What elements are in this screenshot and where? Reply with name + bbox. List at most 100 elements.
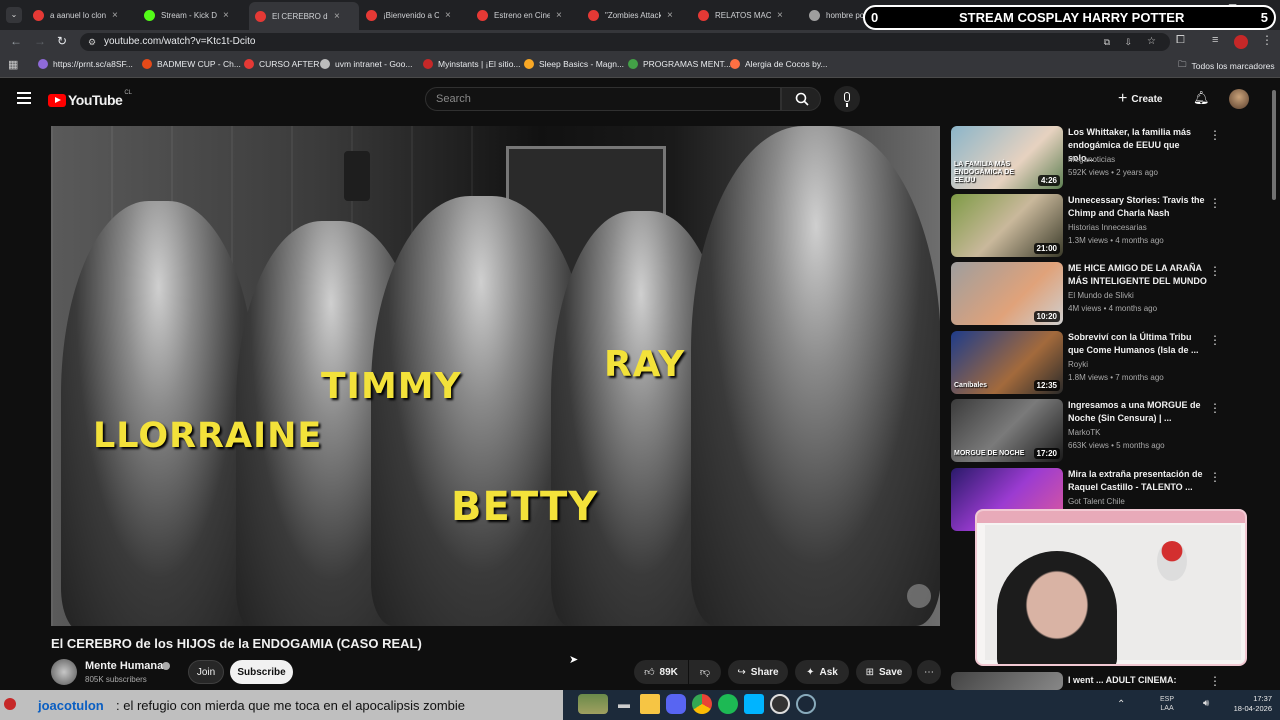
join-button[interactable]: Join bbox=[188, 660, 224, 684]
video-thumbnail[interactable]: 10:20 bbox=[951, 262, 1063, 325]
recommended-channel[interactable]: Historias Innecesarias bbox=[1068, 223, 1147, 232]
share-button[interactable]: ↪ Share bbox=[728, 660, 788, 684]
recommended-channel[interactable]: El Mundo de Slivki bbox=[1068, 291, 1134, 300]
ask-button[interactable]: ✦ Ask bbox=[795, 660, 849, 684]
dislike-button[interactable]: 👎︎ bbox=[689, 660, 721, 684]
recommended-video-title[interactable]: ME HICE AMIGO DE LA ARAÑA MÁS INTELIGENT… bbox=[1068, 262, 1208, 288]
video-thumbnail[interactable]: Caníbales 12:35 bbox=[951, 331, 1063, 394]
recommended-video-title[interactable]: Ingresamos a una MORGUE de Noche (Sin Ce… bbox=[1068, 399, 1208, 425]
more-options-icon[interactable]: ⋮ bbox=[1209, 470, 1221, 484]
more-options-icon[interactable]: ⋮ bbox=[1209, 128, 1221, 142]
reload-icon[interactable]: ↻ bbox=[57, 34, 67, 48]
channel-name[interactable]: Mente Humana bbox=[85, 660, 163, 672]
tab-close-icon[interactable]: × bbox=[667, 10, 673, 21]
forward-icon[interactable]: → bbox=[34, 34, 46, 48]
install-icon[interactable]: ⇩ bbox=[1124, 33, 1132, 51]
tab-close-icon[interactable]: × bbox=[334, 11, 340, 22]
bookmark-item[interactable]: https://prnt.sc/a8SF... bbox=[38, 59, 133, 69]
tab-close-icon[interactable]: × bbox=[112, 10, 118, 21]
bookmark-item[interactable]: BADMEW CUP - Ch... bbox=[142, 59, 241, 69]
bookmark-item[interactable]: uvm intranet - Goo... bbox=[320, 59, 412, 69]
recommended-channel[interactable]: Got Talent Chile bbox=[1068, 497, 1125, 506]
explorer-window-icon[interactable]: ▬ bbox=[614, 694, 634, 714]
subscribe-button[interactable]: Subscribe bbox=[230, 660, 293, 684]
discord-icon[interactable] bbox=[666, 694, 686, 714]
page-scrollbar[interactable] bbox=[1272, 90, 1276, 200]
recommended-video-title[interactable]: Sobreviví con la Última Tribu que Come H… bbox=[1068, 331, 1208, 357]
bookmark-star-icon[interactable]: ☆ bbox=[1147, 33, 1156, 51]
search-button[interactable] bbox=[781, 87, 821, 111]
bookmark-item[interactable]: Myinstants | ¡El sitio... bbox=[423, 59, 521, 69]
game-app-icon[interactable] bbox=[578, 694, 608, 714]
browser-tab[interactable]: "Zombies Attack ! × bbox=[582, 4, 692, 26]
browser-tab[interactable]: RELATOS MACABR × bbox=[692, 4, 802, 26]
voice-search-button[interactable] bbox=[834, 86, 860, 112]
youtube-logo[interactable]: YouTube CL bbox=[48, 90, 132, 108]
channel-avatar[interactable] bbox=[51, 659, 77, 685]
notifications-bell-icon[interactable]: 🔔︎ bbox=[1193, 90, 1210, 106]
volume-icon[interactable]: 🔊︎ bbox=[1203, 698, 1209, 709]
tab-close-icon[interactable]: × bbox=[223, 10, 229, 21]
more-options-icon[interactable]: ⋮ bbox=[1209, 674, 1221, 688]
obs-icon[interactable] bbox=[770, 694, 790, 714]
file-explorer-icon[interactable] bbox=[640, 694, 660, 714]
recommended-video[interactable]: 10:20 ME HICE AMIGO DE LA ARAÑA MÁS INTEL… bbox=[951, 262, 1271, 326]
tab-close-icon[interactable]: × bbox=[556, 10, 562, 21]
more-options-icon[interactable]: ⋮ bbox=[1209, 264, 1221, 278]
video-thumbnail[interactable]: MORGUE DE NOCHE 17:20 bbox=[951, 399, 1063, 462]
tab-search-dropdown[interactable]: ⌄ bbox=[6, 7, 22, 23]
recommended-video[interactable]: LA FAMILIA MÁS ENDOGÁMICA DE EE.UU 4:26 Lo… bbox=[951, 126, 1271, 190]
back-icon[interactable]: ← bbox=[10, 34, 22, 48]
video-thumbnail[interactable] bbox=[951, 672, 1063, 690]
recommended-video-title[interactable]: Mira la extraña presentación de Raquel C… bbox=[1068, 468, 1208, 494]
chrome-icon[interactable] bbox=[692, 694, 712, 714]
recommended-video[interactable]: MORGUE DE NOCHE 17:20 Ingresamos a una MOR… bbox=[951, 399, 1271, 463]
streaming-app-icon[interactable] bbox=[744, 694, 764, 714]
more-options-icon[interactable]: ⋮ bbox=[1209, 333, 1221, 347]
save-button[interactable]: ⊞ Save bbox=[856, 660, 912, 684]
recommended-video[interactable]: Caníbales 12:35 Sobreviví con la Última Tr… bbox=[951, 331, 1271, 395]
recommended-video[interactable]: 21:00 Unnecessary Stories: Travis the Chi… bbox=[951, 194, 1271, 258]
reading-list-icon[interactable]: ≡ bbox=[1212, 34, 1218, 46]
browser-tab[interactable]: Estreno en Cinem × bbox=[471, 4, 581, 26]
recommended-video-title[interactable]: I went ... ADULT CINEMA: bbox=[1068, 674, 1228, 687]
recommended-video[interactable]: I went ... ADULT CINEMA: ⋮ bbox=[951, 672, 1271, 690]
more-actions-button[interactable]: ⋯ bbox=[917, 660, 941, 684]
account-avatar[interactable] bbox=[1229, 89, 1249, 109]
bookmark-item[interactable]: PROGRAMAS MENT... bbox=[628, 59, 731, 69]
video-thumbnail[interactable]: LA FAMILIA MÁS ENDOGÁMICA DE EE.UU 4:26 bbox=[951, 126, 1063, 189]
bookmark-item[interactable]: CURSO AFTER bbox=[244, 59, 319, 69]
channel-watermark[interactable] bbox=[907, 584, 931, 608]
video-player[interactable]: LLORRAINE TIMMY RAY BETTY bbox=[51, 126, 940, 626]
spotify-icon[interactable] bbox=[718, 694, 738, 714]
bookmark-item[interactable]: Sleep Basics - Magn... bbox=[524, 59, 624, 69]
translate-icon[interactable]: ⧉ bbox=[1104, 33, 1110, 51]
more-options-icon[interactable]: ⋮ bbox=[1209, 196, 1221, 210]
browser-tab[interactable]: Stream - Kick Dash × bbox=[138, 4, 248, 26]
browser-tab[interactable]: ¡Bienvenido a Cin × bbox=[360, 4, 470, 26]
browser-tab[interactable]: a aanuel lo clonar × bbox=[27, 4, 137, 26]
steam-icon[interactable] bbox=[796, 694, 816, 714]
tab-close-icon[interactable]: × bbox=[777, 10, 783, 21]
address-bar[interactable]: ⚙ youtube.com/watch?v=Ktc1t-Dcito ⧉ ⇩ ☆ bbox=[80, 33, 1170, 51]
extensions-icon[interactable]: ⧠ bbox=[1176, 34, 1185, 47]
recommended-channel[interactable]: MarkoTK bbox=[1068, 428, 1100, 437]
hamburger-menu-icon[interactable] bbox=[17, 92, 31, 104]
tab-close-icon[interactable]: × bbox=[445, 10, 451, 21]
like-button[interactable]: 👍︎ 89K bbox=[634, 660, 688, 684]
more-options-icon[interactable]: ⋮ bbox=[1209, 401, 1221, 415]
bookmark-item[interactable]: Alergia de Cocos by... bbox=[730, 59, 828, 69]
site-info-icon[interactable]: ⚙ bbox=[88, 33, 96, 51]
browser-tab[interactable]: El CEREBRO de × bbox=[249, 2, 359, 30]
profile-avatar[interactable] bbox=[1234, 35, 1248, 49]
browser-menu-icon[interactable]: ⋮ bbox=[1261, 33, 1273, 47]
tray-chevron-icon[interactable]: ⌃ bbox=[1117, 699, 1125, 710]
recommended-video-title[interactable]: Unnecessary Stories: Travis the Chimp an… bbox=[1068, 194, 1208, 220]
apps-grid-icon[interactable]: ▦ bbox=[8, 58, 18, 71]
create-button[interactable]: + Create bbox=[1118, 88, 1178, 110]
recommended-channel[interactable]: Meganoticias bbox=[1068, 155, 1115, 164]
clock[interactable]: 17:37 18-04-2026 bbox=[1220, 694, 1272, 714]
search-input[interactable]: Search bbox=[425, 87, 781, 111]
language-indicator[interactable]: ESP LAA bbox=[1160, 695, 1174, 713]
all-bookmarks-folder[interactable]: 🗀 Todos los marcadores bbox=[1178, 59, 1275, 73]
